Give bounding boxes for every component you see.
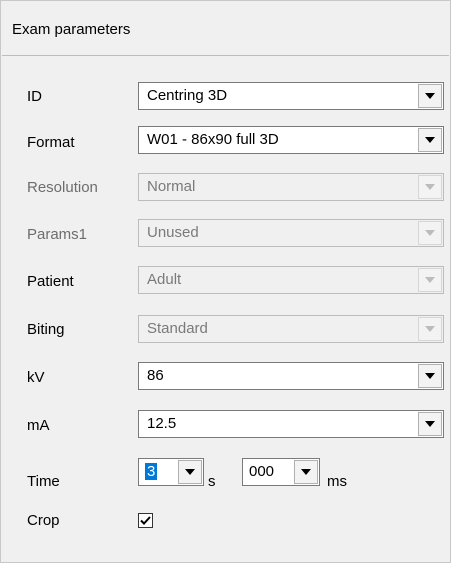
chevron-down-icon: [418, 221, 442, 245]
biting-label: Biting: [27, 321, 65, 338]
time-label: Time: [27, 473, 60, 490]
resolution-label: Resolution: [27, 179, 98, 196]
time-ms-dropdown[interactable]: 000: [242, 458, 320, 486]
chevron-down-icon[interactable]: [294, 460, 318, 484]
chevron-down-icon: [418, 175, 442, 199]
patient-label: Patient: [27, 273, 74, 290]
ma-label: mA: [27, 417, 50, 434]
chevron-down-icon[interactable]: [418, 364, 442, 388]
panel-title: Exam parameters: [12, 21, 131, 38]
exam-parameters-panel: Exam parameters ID Centring 3D Format W0…: [0, 0, 451, 563]
patient-dropdown: Adult: [138, 266, 444, 294]
params1-label: Params1: [27, 226, 88, 243]
id-value: Centring 3D: [147, 87, 228, 104]
time-ms-value: 000: [249, 463, 275, 480]
title-separator: [2, 55, 449, 56]
crop-checkbox[interactable]: [138, 513, 153, 528]
biting-value: Standard: [147, 320, 208, 337]
kv-label: kV: [27, 369, 45, 386]
format-value: W01 - 86x90 full 3D: [147, 131, 279, 148]
resolution-dropdown: Normal: [138, 173, 444, 201]
time-seconds-value: 3: [145, 463, 158, 480]
params1-dropdown: Unused: [138, 219, 444, 247]
chevron-down-icon[interactable]: [418, 84, 442, 108]
resolution-value: Normal: [147, 178, 196, 195]
format-dropdown[interactable]: W01 - 86x90 full 3D: [138, 126, 444, 154]
chevron-down-icon[interactable]: [178, 460, 202, 484]
id-label: ID: [27, 88, 42, 105]
biting-dropdown: Standard: [138, 315, 444, 343]
patient-value: Adult: [147, 271, 182, 288]
crop-label: Crop: [27, 512, 60, 529]
ma-value: 12.5: [147, 415, 177, 432]
kv-dropdown[interactable]: 86: [138, 362, 444, 390]
ms-unit: ms: [327, 473, 347, 490]
kv-value: 86: [147, 367, 164, 384]
ma-dropdown[interactable]: 12.5: [138, 410, 444, 438]
chevron-down-icon[interactable]: [418, 412, 442, 436]
seconds-unit: s: [208, 473, 216, 490]
checkmark-icon: [140, 516, 151, 525]
time-seconds-dropdown[interactable]: 3: [138, 458, 204, 486]
chevron-down-icon[interactable]: [418, 128, 442, 152]
format-label: Format: [27, 134, 75, 151]
id-dropdown[interactable]: Centring 3D: [138, 82, 444, 110]
chevron-down-icon: [418, 317, 442, 341]
params1-value: Unused: [147, 224, 199, 241]
chevron-down-icon: [418, 268, 442, 292]
